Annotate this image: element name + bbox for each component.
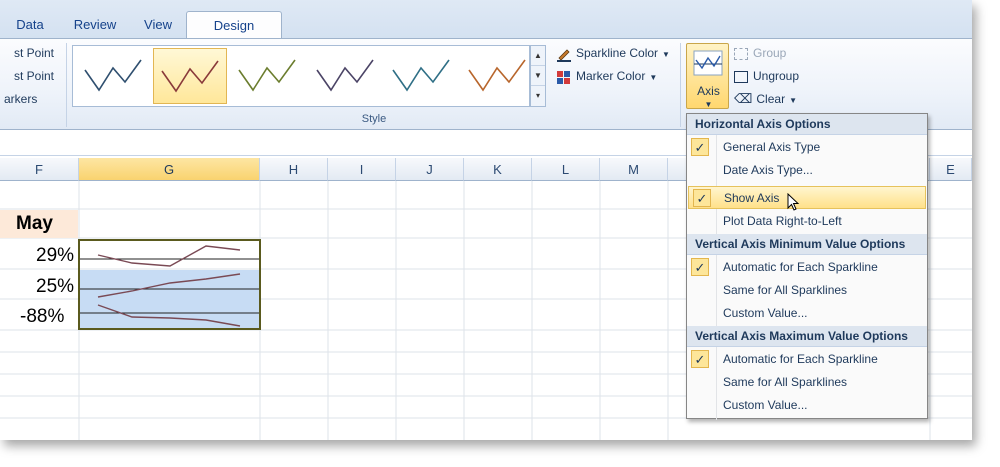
high-point-checkbox[interactable]: st Point (14, 43, 54, 63)
ungroup-label: Ungroup (753, 69, 800, 83)
cell-value[interactable]: -88% (20, 306, 64, 328)
marker-color-label: Marker Color (576, 69, 646, 83)
sparkline (97, 273, 241, 298)
column-header-g[interactable]: G (79, 158, 260, 181)
group-label: Group (753, 46, 787, 60)
sparkline-color-label: Sparkline Color (576, 46, 659, 60)
cell-may-header[interactable]: May (0, 210, 78, 238)
menu-item-label: General Axis Type (723, 140, 821, 154)
column-header[interactable]: E (930, 158, 972, 181)
style-thumbnail[interactable] (385, 48, 459, 104)
sparklines (80, 245, 259, 327)
column-header-f[interactable]: F (0, 158, 79, 181)
gallery-down-icon[interactable]: ▼ (531, 66, 545, 86)
dropdown-arrow-icon: ▼ (704, 100, 713, 109)
sparkline-style-gallery (72, 45, 530, 107)
ungroup-icon (734, 70, 748, 83)
style-thumbnail[interactable] (461, 48, 535, 104)
column-header-i[interactable]: I (328, 158, 396, 181)
menu-item-label: Date Axis Type... (723, 163, 813, 177)
markers-checkbox[interactable]: arkers (4, 89, 37, 109)
column-header-k[interactable]: K (464, 158, 532, 181)
marker-color-button[interactable]: Marker Color ▼ (556, 66, 657, 86)
ribbon-tab-bar: Data Review View Design (0, 0, 972, 39)
style-thumbnail[interactable] (231, 48, 305, 104)
cell-value[interactable]: 25% (36, 276, 74, 298)
pencil-icon (557, 49, 571, 62)
menu-item-date-axis-type[interactable]: Date Axis Type... (687, 159, 927, 182)
tab-review[interactable]: Review (70, 14, 120, 38)
column-header-j[interactable]: J (396, 158, 464, 181)
menu-section-heading: Vertical Axis Maximum Value Options (687, 326, 927, 347)
ungroup-button[interactable]: Ungroup (734, 66, 799, 86)
gallery-up-icon[interactable]: ▲ (531, 46, 545, 66)
group-button[interactable]: Group (734, 43, 786, 63)
sparkline-style-preview (468, 59, 526, 92)
menu-item-max-same-for-all[interactable]: Same for All Sparklines (687, 371, 927, 394)
check-icon: ✓ (691, 258, 709, 276)
sparkline-style-preview (238, 59, 296, 92)
menu-section-heading: Horizontal Axis Options (687, 114, 927, 135)
clear-button[interactable]: ⌫ Clear ▼ (734, 89, 797, 109)
cell-value[interactable]: 29% (36, 245, 74, 267)
menu-item-label: Custom Value... (723, 398, 808, 412)
menu-item-min-same-for-all[interactable]: Same for All Sparklines (687, 279, 927, 302)
excel-window: Data Review View Design st Point st Poin… (0, 0, 972, 440)
marker-grid-icon (557, 70, 570, 84)
style-thumbnail[interactable] (77, 48, 151, 104)
menu-item-label: Automatic for Each Sparkline (723, 260, 878, 274)
menu-item-label: Custom Value... (723, 306, 808, 320)
menu-item-max-custom[interactable]: Custom Value... (687, 394, 927, 417)
sparkline-style-preview (392, 59, 450, 92)
menu-item-label: Plot Data Right-to-Left (723, 214, 842, 228)
menu-item-label: Show Axis (724, 191, 780, 205)
sparkline-style-preview (316, 59, 374, 92)
dropdown-arrow-icon: ▼ (789, 96, 797, 105)
axis-options-menu: Horizontal Axis Options ✓ General Axis Ty… (686, 113, 928, 420)
style-group-label: Style (361, 113, 387, 125)
tab-view[interactable]: View (138, 14, 178, 38)
dropdown-arrow-icon: ▼ (649, 73, 658, 82)
tab-data[interactable]: Data (10, 14, 50, 38)
sparkline (97, 245, 241, 267)
axis-button-label: Axis (697, 84, 720, 98)
check-icon: ✓ (691, 350, 709, 368)
column-header-h[interactable]: H (260, 158, 328, 181)
eraser-icon: ⌫ (734, 91, 753, 106)
menu-item-max-automatic[interactable]: ✓ Automatic for Each Sparkline (687, 348, 927, 371)
sparkline-style-preview (161, 60, 219, 93)
sparkline-style-preview (84, 59, 142, 92)
last-point-checkbox[interactable]: st Point (14, 66, 54, 86)
style-thumbnail[interactable] (309, 48, 383, 104)
style-thumbnail-selected[interactable] (153, 48, 227, 104)
menu-item-general-axis-type[interactable]: ✓ General Axis Type (687, 136, 927, 159)
check-icon: ✓ (691, 138, 709, 156)
group-icon (734, 47, 748, 60)
axis-chart-icon (693, 50, 723, 76)
menu-item-plot-right-to-left[interactable]: Plot Data Right-to-Left (687, 210, 927, 233)
axis-button[interactable]: Axis ▼ (686, 43, 729, 109)
menu-section-heading: Vertical Axis Minimum Value Options (687, 234, 927, 255)
menu-item-min-custom[interactable]: Custom Value... (687, 302, 927, 325)
column-header-m[interactable]: M (600, 158, 668, 181)
menu-item-label: Same for All Sparklines (723, 283, 848, 297)
gallery-scrollbar[interactable]: ▲ ▼ ▾ (530, 45, 546, 107)
dropdown-arrow-icon: ▼ (662, 50, 670, 59)
menu-item-label: Same for All Sparklines (723, 375, 848, 389)
menu-item-min-automatic[interactable]: ✓ Automatic for Each Sparkline (687, 256, 927, 279)
gallery-more-icon[interactable]: ▾ (531, 86, 545, 106)
sparkline-color-button[interactable]: Sparkline Color ▼ (556, 43, 670, 63)
column-header-l[interactable]: L (532, 158, 600, 181)
menu-item-label: Automatic for Each Sparkline (723, 352, 878, 366)
tab-design[interactable]: Design (186, 11, 282, 39)
menu-item-show-axis[interactable]: ✓ Show Axis (688, 186, 926, 211)
sparkline (97, 304, 241, 327)
clear-label: Clear (756, 92, 786, 106)
check-icon: ✓ (693, 189, 711, 207)
